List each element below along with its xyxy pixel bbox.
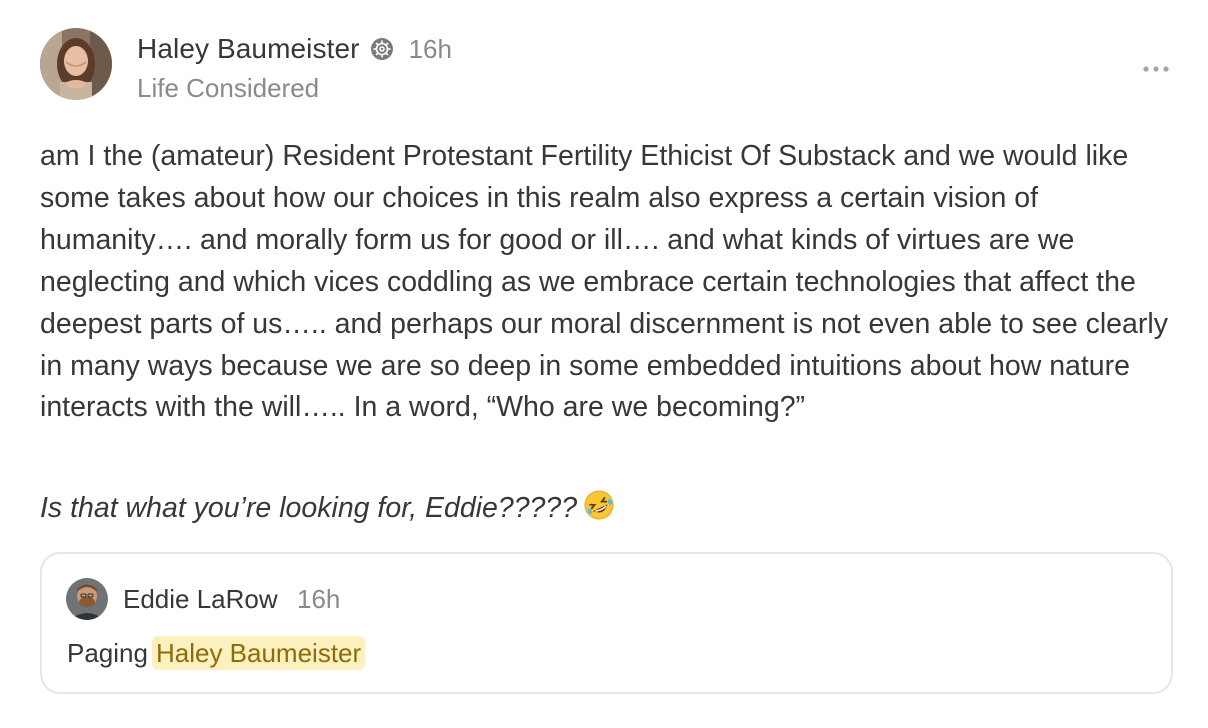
mention-link[interactable]: Haley Baumeister [151,636,366,670]
substack-badge-icon [370,37,394,61]
post-header: Haley Baumeister 16h Life Considered [137,30,452,104]
publication-name[interactable]: Life Considered [137,73,452,104]
author-avatar[interactable] [40,28,112,100]
quoted-timestamp[interactable]: 16h [297,584,340,615]
quoted-author-avatar[interactable] [66,578,108,620]
post-body: am I the (amateur) Resident Protestant F… [40,140,1168,424]
post-italic-line: Is that what you’re looking for, Eddie??… [40,487,1180,533]
ellipsis-icon [1143,66,1169,72]
quoted-text-prefix: Paging [67,638,148,668]
post-timestamp[interactable]: 16h [409,34,452,65]
quoted-author-name[interactable]: Eddie LaRow [123,584,278,615]
italic-text: Is that what you’re looking for, Eddie??… [40,492,578,524]
quoted-note-card[interactable]: Eddie LaRow 16h Paging Haley Baumeister [40,552,1173,694]
quoted-text: Paging Haley Baumeister [67,636,366,670]
author-name[interactable]: Haley Baumeister [137,33,360,65]
rofl-emoji-icon [583,489,615,533]
more-options-button[interactable] [1138,56,1174,82]
note-post: Haley Baumeister 16h Life Considered am … [0,0,1208,728]
